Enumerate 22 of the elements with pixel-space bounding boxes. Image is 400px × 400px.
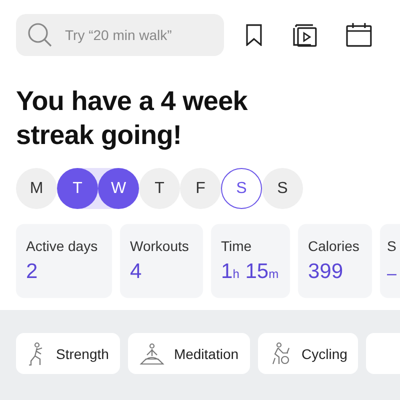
stat-label: Calories [308,238,360,254]
stat-label: S [387,238,396,254]
weekday-circle: T [57,168,98,209]
stat-label: Time [221,238,252,254]
search-field[interactable]: Try “20 min walk” [16,14,224,56]
stat-label: Active days [26,238,98,254]
weekday-circle: M [16,168,57,209]
weekday-circle: S [262,168,303,209]
stat-value: 399 [308,260,344,284]
weekday-circle: T [139,168,180,209]
weekday-circle: S [221,168,262,209]
search-input[interactable]: Try “20 min walk” [63,26,207,44]
stat-value: 4 [130,260,142,284]
category-chip[interactable]: Cycling [258,333,358,374]
stat-value: – [387,263,396,285]
category-chip[interactable]: Meditation [128,333,250,374]
weekday-circle: F [180,168,221,209]
stat-label: Workouts [130,238,189,254]
stat-value: 2 [26,260,38,284]
streak-heading: You have a 4 week streak going! [16,85,249,152]
weekday-circle: W [98,168,139,209]
category-chip[interactable]: Strength [16,333,120,374]
